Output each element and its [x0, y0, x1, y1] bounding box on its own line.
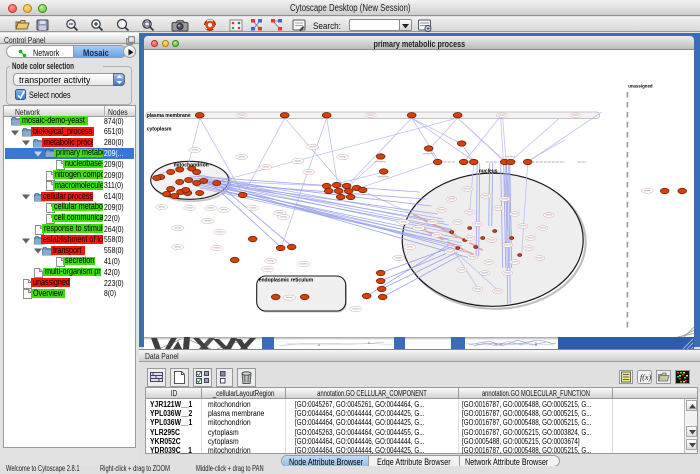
svg-text:cytoplasm: cytoplasm — [147, 127, 172, 133]
svg-text:plasma membrane: plasma membrane — [147, 113, 191, 119]
svg-text:endoplasmic reticulum: endoplasmic reticulum — [259, 278, 314, 284]
svg-text:unassigned: unassigned — [628, 84, 653, 89]
svg-text:nucleus: nucleus — [479, 169, 498, 175]
svg-text:mitochondrion: mitochondrion — [174, 163, 209, 169]
svg-text:f(x): f(x) — [640, 373, 651, 382]
